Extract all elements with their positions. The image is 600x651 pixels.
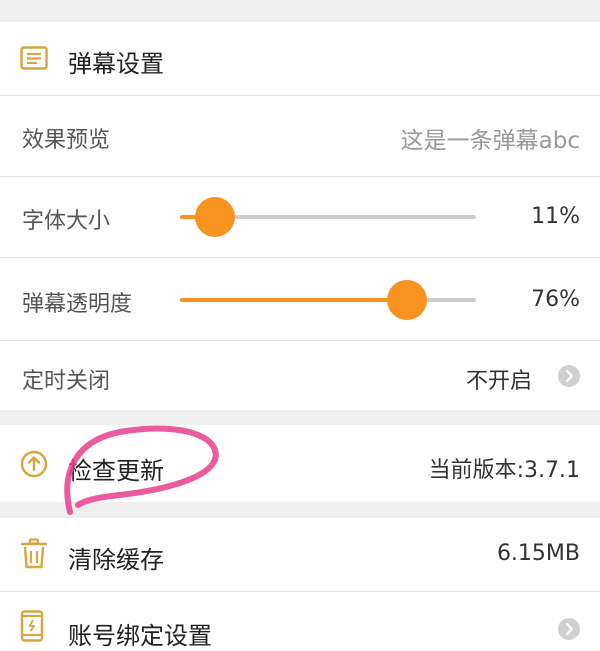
danmaku-settings-header: 弹幕设置 [0,22,600,95]
opacity-value: 76% [531,287,580,312]
opacity-row: 弹幕透明度 76% [0,258,600,340]
clear-cache-label: 清除缓存 [68,546,164,574]
chevron-right-icon [558,618,580,640]
opacity-slider[interactable] [180,280,476,320]
account-binding-row[interactable]: 账号绑定设置 [0,592,600,650]
chevron-right-icon [558,365,580,387]
opacity-label: 弹幕透明度 [22,292,133,317]
danmaku-settings-card: 弹幕设置 效果预览 这是一条弹幕abc 字体大小 11% 弹幕透明度 76% 定… [0,22,600,410]
font-size-label: 字体大小 [22,209,111,234]
check-update-label: 检查更新 [68,457,164,485]
arrow-up-circle-icon [20,450,48,482]
opacity-slider-thumb[interactable] [386,280,427,320]
font-size-slider-thumb[interactable] [194,197,235,237]
current-version: 当前版本:3.7.1 [428,458,580,483]
timer-value: 不开启 [465,369,532,394]
trash-icon [20,538,48,574]
check-update-row[interactable]: 检查更新 当前版本:3.7.1 [0,425,600,502]
timer-row[interactable]: 定时关闭 不开启 [0,341,600,410]
list-icon [20,46,48,74]
font-size-value: 11% [531,204,580,229]
settings-screen: 弹幕设置 效果预览 这是一条弹幕abc 字体大小 11% 弹幕透明度 76% 定… [0,0,600,650]
timer-label: 定时关闭 [22,369,111,394]
opacity-slider-fill [180,298,405,302]
preview-value: 这是一条弹幕abc [400,128,580,154]
font-size-row: 字体大小 11% [0,177,600,257]
clear-cache-row[interactable]: 清除缓存 6.15MB [0,518,600,591]
preview-row: 效果预览 这是一条弹幕abc [0,96,600,176]
danmaku-settings-title: 弹幕设置 [68,50,164,78]
preview-label: 效果预览 [22,128,111,153]
phone-icon [20,610,44,646]
font-size-slider[interactable] [180,197,476,237]
account-binding-label: 账号绑定设置 [68,622,212,650]
cache-size: 6.15MB [496,541,580,566]
